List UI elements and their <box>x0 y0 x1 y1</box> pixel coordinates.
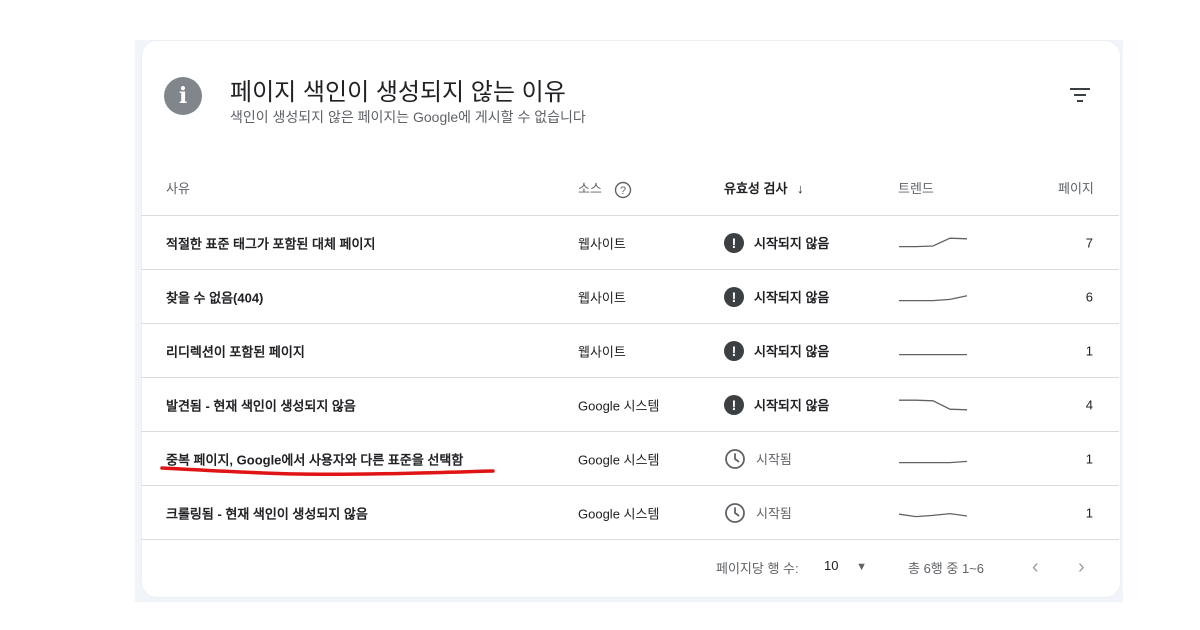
pages-count-cell: 1 <box>1085 505 1093 520</box>
help-icon[interactable]: ? <box>614 181 632 199</box>
reason-cell: 찾을 수 없음(404) <box>166 290 264 305</box>
pages-count-cell: 4 <box>1085 397 1093 412</box>
trend-sparkline <box>899 353 967 355</box>
trend-sparkline <box>899 399 968 410</box>
trend-sparkline <box>898 512 968 517</box>
validation-status: ! 시작되지 않음 <box>724 232 830 253</box>
reason-cell: 리디렉션이 포함된 페이지 <box>166 344 305 359</box>
table-row[interactable]: 발견됨 - 현재 색인이 생성되지 않음 Google 시스템! 시작되지 않음 4 <box>141 378 1119 431</box>
clock-icon <box>725 502 745 523</box>
col-header-pages[interactable]: 페이지 <box>1058 178 1094 197</box>
next-page-button[interactable]: › <box>1078 556 1085 579</box>
info-icon: i <box>164 77 202 115</box>
warning-icon: ! <box>724 340 744 361</box>
pages-count-cell: 1 <box>1085 451 1093 466</box>
validation-status-label: 시작되지 않음 <box>754 290 830 305</box>
table-row[interactable]: 찾을 수 없음(404) 웹사이트! 시작되지 않음 6 <box>141 270 1119 323</box>
validation-status-label: 시작되지 않음 <box>754 236 830 251</box>
rows-per-page-value: 10 <box>824 558 839 573</box>
table-row[interactable]: 적절한 표준 태그가 포함된 대체 페이지 웹사이트! 시작되지 않음 7 <box>141 216 1119 269</box>
card-title: 페이지 색인이 생성되지 않는 이유 <box>230 79 566 106</box>
source-cell: Google 시스템 <box>578 506 660 521</box>
col-header-validation-label: 유효성 검사 <box>724 181 788 196</box>
prev-page-button[interactable]: ‹ <box>1032 556 1039 579</box>
source-cell: 웹사이트 <box>578 344 626 359</box>
col-header-validation[interactable]: 유효성 검사 ↓ <box>724 178 804 197</box>
validation-status: 시작됨 <box>724 448 792 470</box>
reason-cell: 발견됨 - 현재 색인이 생성되지 않음 <box>166 398 356 413</box>
col-header-reason[interactable]: 사유 <box>166 178 190 197</box>
reason-cell: 적절한 표준 태그가 포함된 대체 페이지 <box>166 236 376 251</box>
svg-text:?: ? <box>619 185 625 197</box>
trend-line <box>898 512 968 517</box>
validation-status-label: 시작됨 <box>756 452 792 467</box>
trend-line <box>899 294 968 301</box>
filter-icon[interactable] <box>1067 84 1093 106</box>
validation-status: ! 시작되지 않음 <box>724 286 830 307</box>
rows-per-page-select[interactable]: 10 ▼ <box>824 558 867 573</box>
pagination-range: 총 6행 중 1~6 <box>908 561 984 576</box>
warning-icon: ! <box>724 286 744 307</box>
validation-status-label: 시작되지 않음 <box>754 398 830 413</box>
pages-count-cell: 7 <box>1085 235 1093 250</box>
trend-sparkline <box>899 294 968 301</box>
dropdown-arrow-icon: ▼ <box>856 561 867 573</box>
source-cell: Google 시스템 <box>578 452 660 467</box>
trend-sparkline <box>899 460 968 463</box>
reason-cell: 크롤링됨 - 현재 색인이 생성되지 않음 <box>166 506 368 521</box>
validation-status-label: 시작되지 않음 <box>754 344 830 359</box>
validation-status: ! 시작되지 않음 <box>724 394 830 415</box>
pages-count-cell: 6 <box>1085 289 1093 304</box>
row-divider <box>141 539 1119 540</box>
clock-icon <box>725 448 745 469</box>
source-cell: 웹사이트 <box>578 290 626 305</box>
trend-sparkline <box>899 237 968 247</box>
warning-icon: ! <box>724 394 744 415</box>
card-subtitle: 색인이 생성되지 않은 페이지는 Google에 게시할 수 없습니다 <box>230 109 586 125</box>
warning-icon: ! <box>724 232 744 253</box>
validation-status: ! 시작되지 않음 <box>724 340 830 361</box>
validation-status-label: 시작됨 <box>756 506 792 521</box>
col-header-source-label: 소스 <box>578 181 602 196</box>
trend-line <box>899 237 968 247</box>
col-header-source[interactable]: 소스 ? <box>578 178 632 199</box>
sort-arrow-icon: ↓ <box>797 181 804 196</box>
rows-per-page-label: 페이지당 행 수: <box>716 561 799 576</box>
table-row[interactable]: 리디렉션이 포함된 페이지 웹사이트! 시작되지 않음 1 <box>141 324 1119 377</box>
red-underline-annotation <box>160 466 495 477</box>
trend-line <box>899 399 968 410</box>
table-row[interactable]: 크롤링됨 - 현재 색인이 생성되지 않음 Google 시스템 시작됨 1 <box>141 486 1119 539</box>
validation-status: 시작됨 <box>724 502 792 524</box>
source-cell: Google 시스템 <box>578 398 660 413</box>
trend-line <box>899 460 968 463</box>
pages-count-cell: 1 <box>1085 343 1093 358</box>
col-header-trend: 트렌드 <box>898 181 934 196</box>
source-cell: 웹사이트 <box>578 236 626 251</box>
